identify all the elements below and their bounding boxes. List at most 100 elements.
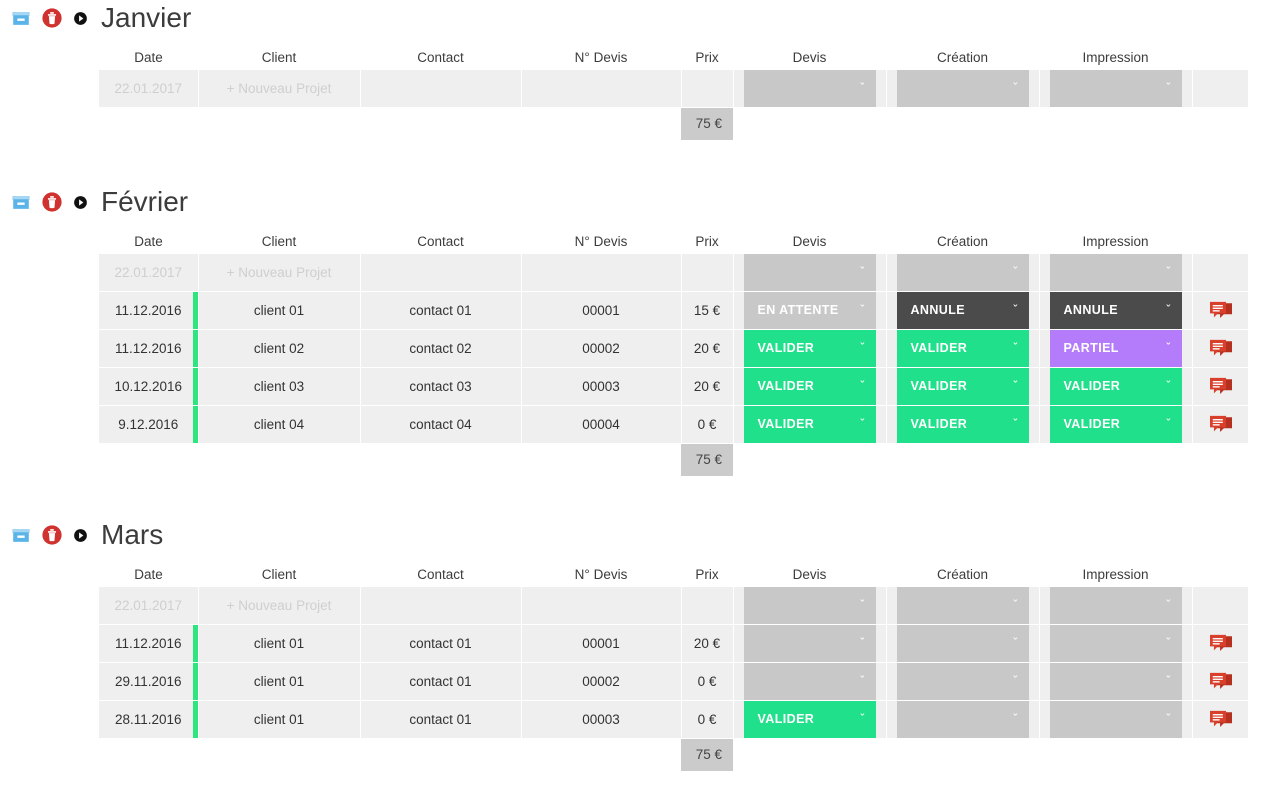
new-impression-select[interactable]: ˇ <box>1049 254 1182 291</box>
cell-new-devis[interactable]: ˇ <box>733 254 887 292</box>
new-devis-select[interactable]: ˇ <box>743 587 876 624</box>
new-devis-select[interactable]: ˇ <box>743 70 876 107</box>
new-project-contact[interactable] <box>360 254 522 292</box>
cell-devis-no[interactable]: 00002 <box>521 329 682 368</box>
collapse-arrow-icon[interactable] <box>72 527 89 544</box>
cell-creation[interactable]: ˇ <box>886 662 1040 701</box>
cell-date[interactable]: 29.11.2016 <box>99 662 199 701</box>
cell-client[interactable]: client 03 <box>198 367 361 406</box>
new-project-row[interactable]: 22.01.2017 + Nouveau Projet ˇ ˇ ˇ <box>99 70 1249 108</box>
table-row[interactable]: 10.12.2016 client 03 contact 03 00003 20… <box>99 367 1249 406</box>
cell-devis-no[interactable]: 00003 <box>521 367 682 406</box>
cell-contact[interactable]: contact 01 <box>360 700 522 739</box>
devis-select[interactable]: EN ATTENTE ˇ <box>743 292 876 329</box>
new-impression-select[interactable]: ˇ <box>1049 70 1182 107</box>
comment-cell[interactable] <box>1192 405 1249 444</box>
comment-icon[interactable] <box>1209 339 1232 359</box>
cell-devis[interactable]: VALIDER ˇ <box>733 329 887 368</box>
cell-impression[interactable]: VALIDER ˇ <box>1039 405 1193 444</box>
new-project-devis-no[interactable] <box>521 587 682 625</box>
new-project-devis-no[interactable] <box>521 254 682 292</box>
creation-select[interactable]: VALIDER ˇ <box>896 330 1029 367</box>
trash-icon[interactable] <box>41 524 63 546</box>
cell-creation[interactable]: ˇ <box>886 700 1040 739</box>
impression-select[interactable]: VALIDER ˇ <box>1049 368 1182 405</box>
comment-cell[interactable] <box>1192 367 1249 406</box>
collapse-arrow-icon[interactable] <box>72 194 89 211</box>
new-project-contact[interactable] <box>360 587 522 625</box>
comment-icon[interactable] <box>1209 415 1232 435</box>
table-row[interactable]: 9.12.2016 client 04 contact 04 00004 0 €… <box>99 405 1249 444</box>
creation-select[interactable]: ˇ <box>896 701 1029 738</box>
new-project-prix[interactable] <box>681 587 734 625</box>
cell-impression[interactable]: PARTIEL ˇ <box>1039 329 1193 368</box>
table-row[interactable]: 11.12.2016 client 01 contact 01 00001 15… <box>99 291 1249 330</box>
devis-select[interactable]: VALIDER ˇ <box>743 330 876 367</box>
cell-contact[interactable]: contact 01 <box>360 291 522 330</box>
new-creation-select[interactable]: ˇ <box>896 70 1029 107</box>
impression-select[interactable]: ˇ <box>1049 663 1182 700</box>
comment-icon[interactable] <box>1209 634 1232 654</box>
impression-select[interactable]: ANNULE ˇ <box>1049 292 1182 329</box>
cell-devis[interactable]: EN ATTENTE ˇ <box>733 291 887 330</box>
devis-select[interactable]: ˇ <box>743 663 876 700</box>
impression-select[interactable]: PARTIEL ˇ <box>1049 330 1182 367</box>
cell-prix[interactable]: 0 € <box>681 700 734 739</box>
trash-icon[interactable] <box>41 7 63 29</box>
new-creation-select[interactable]: ˇ <box>896 254 1029 291</box>
cell-devis[interactable]: VALIDER ˇ <box>733 700 887 739</box>
comment-icon[interactable] <box>1209 377 1232 397</box>
cell-prix[interactable]: 20 € <box>681 329 734 368</box>
comment-cell[interactable] <box>1192 662 1249 701</box>
new-impression-select[interactable]: ˇ <box>1049 587 1182 624</box>
cell-devis-no[interactable]: 00001 <box>521 624 682 663</box>
cell-client[interactable]: client 01 <box>198 624 361 663</box>
cell-date[interactable]: 10.12.2016 <box>99 367 199 406</box>
new-project-prix[interactable] <box>681 254 734 292</box>
table-row[interactable]: 28.11.2016 client 01 contact 01 00003 0 … <box>99 700 1249 739</box>
comment-icon[interactable] <box>1209 301 1232 321</box>
cell-creation[interactable]: VALIDER ˇ <box>886 405 1040 444</box>
devis-select[interactable]: VALIDER ˇ <box>743 368 876 405</box>
cell-impression[interactable]: VALIDER ˇ <box>1039 367 1193 406</box>
cell-impression[interactable]: ˇ <box>1039 624 1193 663</box>
devis-select[interactable]: VALIDER ˇ <box>743 701 876 738</box>
cell-client[interactable]: client 01 <box>198 700 361 739</box>
new-project-row[interactable]: 22.01.2017 + Nouveau Projet ˇ ˇ ˇ <box>99 587 1249 625</box>
archive-icon[interactable] <box>10 524 32 546</box>
creation-select[interactable]: ˇ <box>896 625 1029 662</box>
new-project-devis-no[interactable] <box>521 70 682 108</box>
creation-select[interactable]: ˇ <box>896 663 1029 700</box>
new-project-row[interactable]: 22.01.2017 + Nouveau Projet ˇ ˇ ˇ <box>99 254 1249 292</box>
cell-impression[interactable]: ˇ <box>1039 662 1193 701</box>
new-project-prix[interactable] <box>681 70 734 108</box>
cell-contact[interactable]: contact 03 <box>360 367 522 406</box>
cell-client[interactable]: client 01 <box>198 291 361 330</box>
new-devis-select[interactable]: ˇ <box>743 254 876 291</box>
archive-icon[interactable] <box>10 7 32 29</box>
cell-prix[interactable]: 0 € <box>681 405 734 444</box>
comment-cell[interactable] <box>1192 624 1249 663</box>
new-project-label[interactable]: + Nouveau Projet <box>198 70 361 108</box>
table-row[interactable]: 29.11.2016 client 01 contact 01 00002 0 … <box>99 662 1249 701</box>
cell-date[interactable]: 9.12.2016 <box>99 405 199 444</box>
cell-creation[interactable]: VALIDER ˇ <box>886 367 1040 406</box>
cell-new-creation[interactable]: ˇ <box>886 70 1040 108</box>
cell-devis[interactable]: VALIDER ˇ <box>733 367 887 406</box>
new-project-label[interactable]: + Nouveau Projet <box>198 587 361 625</box>
cell-devis[interactable]: ˇ <box>733 624 887 663</box>
cell-new-devis[interactable]: ˇ <box>733 70 887 108</box>
cell-new-creation[interactable]: ˇ <box>886 587 1040 625</box>
cell-contact[interactable]: contact 01 <box>360 624 522 663</box>
new-project-contact[interactable] <box>360 70 522 108</box>
cell-new-devis[interactable]: ˇ <box>733 587 887 625</box>
creation-select[interactable]: VALIDER ˇ <box>896 406 1029 443</box>
collapse-arrow-icon[interactable] <box>72 10 89 27</box>
cell-prix[interactable]: 0 € <box>681 662 734 701</box>
cell-creation[interactable]: ˇ <box>886 624 1040 663</box>
cell-date[interactable]: 11.12.2016 <box>99 624 199 663</box>
cell-prix[interactable]: 20 € <box>681 367 734 406</box>
cell-contact[interactable]: contact 04 <box>360 405 522 444</box>
creation-select[interactable]: ANNULE ˇ <box>896 292 1029 329</box>
new-project-label[interactable]: + Nouveau Projet <box>198 254 361 292</box>
